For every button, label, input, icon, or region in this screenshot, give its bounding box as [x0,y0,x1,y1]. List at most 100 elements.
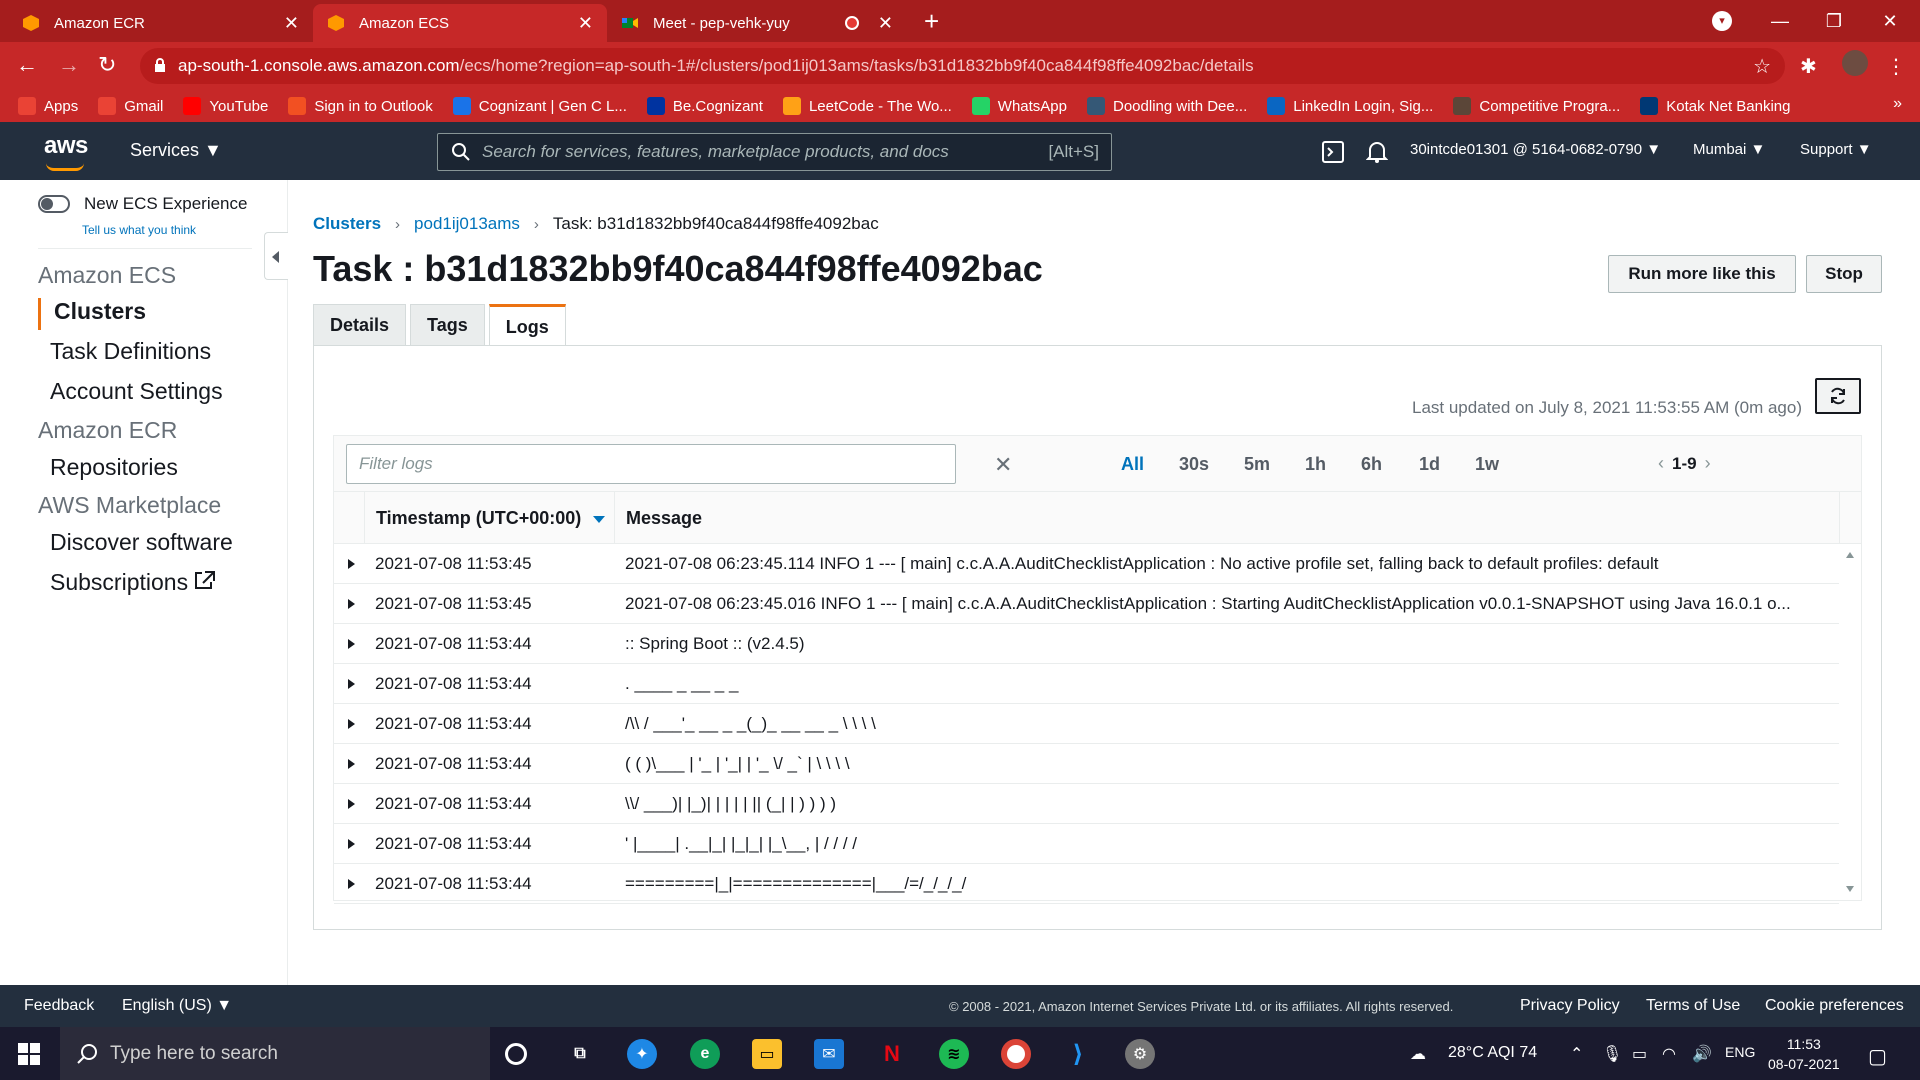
bookmark-item[interactable]: WhatsApp [971,97,1067,115]
browser-tab-meet[interactable]: Meet - pep-vehk-yuy ✕ [607,4,907,42]
log-row[interactable]: 2021-07-08 11:53:44 /\\ / ___'_ __ _ _(_)… [334,704,1839,744]
filter-logs-input[interactable] [346,444,956,484]
bookmark-item[interactable]: Doodling with Dee... [1087,97,1247,115]
expand-row-icon[interactable] [348,719,355,729]
breadcrumb-cluster[interactable]: pod1ij013ams [414,214,520,234]
new-tab-icon[interactable]: + [924,6,939,36]
taskbar-search[interactable]: Type here to search [60,1027,490,1080]
privacy-policy-link[interactable]: Privacy Policy [1520,997,1620,1015]
range-1w[interactable]: 1w [1475,454,1499,475]
sidebar-item-account-settings[interactable]: Account Settings [50,378,223,405]
clear-filter-icon[interactable]: ✕ [994,452,1012,478]
close-tab-icon[interactable]: ✕ [284,13,299,34]
minimize-icon[interactable]: — [1752,0,1808,42]
expand-row-icon[interactable] [348,599,355,609]
log-scrollbar[interactable] [1839,544,1861,900]
log-row[interactable]: 2021-07-08 11:53:44:: Spring Boot :: (v2… [334,624,1839,664]
bookmark-item[interactable]: Sign in to Outlook [288,97,433,115]
sidebar-item-clusters[interactable]: Clusters [54,298,146,325]
back-icon[interactable]: ← [16,52,38,78]
log-row[interactable]: 2021-07-08 11:53:44 \\/ ___)| |_)| | | | … [334,784,1839,824]
expand-row-icon[interactable] [348,879,355,889]
expand-row-icon[interactable] [348,759,355,769]
account-menu[interactable]: 30intcde01301 @ 5164-0682-0790 ▼ [1410,141,1661,158]
log-row[interactable]: 2021-07-08 11:53:44 ' |____| .__|_| |_|_|… [334,824,1839,864]
tab-search-icon[interactable]: ▾ [1712,11,1732,31]
notification-center-icon[interactable]: ▢ [1868,1044,1887,1069]
range-all[interactable]: All [1121,454,1144,475]
scroll-down-icon[interactable] [1846,886,1854,892]
tray-chevron-icon[interactable]: ⌃ [1570,1044,1583,1064]
tab-details[interactable]: Details [313,304,407,346]
settings-gear-icon[interactable]: ⚙ [1125,1039,1155,1069]
new-ecs-experience-toggle[interactable] [38,195,70,213]
terms-of-use-link[interactable]: Terms of Use [1646,997,1740,1015]
menu-kebab-icon[interactable]: ⋮ [1886,54,1906,79]
refresh-button[interactable] [1815,378,1861,414]
bookmark-item[interactable]: YouTube [183,97,268,115]
browser-tab-amazon-ecr[interactable]: Amazon ECR ✕ [8,4,313,42]
column-timestamp[interactable]: Timestamp (UTC+00:00) [376,508,606,529]
tab-logs[interactable]: Logs [488,304,566,347]
task-view-icon[interactable]: ⧉ [565,1039,595,1069]
cloudshell-icon[interactable] [1322,141,1344,163]
support-menu[interactable]: Support ▼ [1800,141,1872,158]
chevron-left-icon[interactable]: ‹ [1658,453,1664,474]
bookmark-item[interactable]: Be.Cognizant [646,97,763,115]
spotify-icon[interactable]: ≋ [939,1039,969,1069]
mail-icon[interactable]: ✉ [814,1039,844,1069]
range-6h[interactable]: 6h [1361,454,1382,475]
tell-us-link[interactable]: Tell us what you think [82,223,196,237]
log-row[interactable]: 2021-07-08 11:53:45 2021-07-08 06:23:45.1… [334,544,1839,584]
extensions-icon[interactable]: ✱ [1800,54,1817,79]
sidebar-item-discover-software[interactable]: Discover software [50,529,233,556]
sidebar-item-subscriptions[interactable]: Subscriptions [50,569,216,596]
language-selector[interactable]: English (US) ▼ [122,997,232,1015]
range-1h[interactable]: 1h [1305,454,1326,475]
netflix-icon[interactable]: N [877,1039,907,1069]
footer-feedback-link[interactable]: Feedback [24,997,94,1015]
range-1d[interactable]: 1d [1419,454,1440,475]
profile-avatar[interactable] [1842,50,1868,76]
weather-text[interactable]: 28°C AQI 74 [1448,1044,1537,1062]
sidebar-item-task-definitions[interactable]: Task Definitions [50,338,211,365]
log-row[interactable]: 2021-07-08 11:53:45 2021-07-08 06:23:45.0… [334,584,1839,624]
vscode-icon[interactable]: ⟩ [1063,1039,1093,1069]
expand-row-icon[interactable] [348,679,355,689]
window-close-icon[interactable]: ✕ [1862,0,1918,42]
more-bookmarks-icon[interactable]: » [1893,95,1902,113]
services-menu[interactable]: Services ▼ [130,140,222,161]
bookmark-item[interactable]: LeetCode - The Wo... [782,97,952,115]
sidebar-item-repositories[interactable]: Repositories [50,454,178,481]
log-row[interactable]: 2021-07-08 11:53:44 ( ( )\___ | '_ | '_| … [334,744,1839,784]
tab-tags[interactable]: Tags [410,304,485,346]
bookmark-item[interactable]: Kotak Net Banking [1640,97,1791,115]
bookmark-item[interactable]: Gmail [98,97,163,115]
reload-icon[interactable]: ↻ [98,52,116,78]
system-clock[interactable]: 11:53 08-07-2021 [1768,1034,1840,1074]
region-menu[interactable]: Mumbai ▼ [1693,141,1765,158]
notifications-bell-icon[interactable] [1366,140,1388,164]
bookmark-item[interactable]: Competitive Progra... [1453,97,1620,115]
log-row[interactable]: 2021-07-08 11:53:44 =========|_|=========… [334,864,1839,904]
expand-row-icon[interactable] [348,839,355,849]
close-tab-icon[interactable]: ✕ [878,13,893,34]
file-explorer-icon[interactable]: ▭ [752,1039,782,1069]
range-5m[interactable]: 5m [1244,454,1270,475]
log-row[interactable]: 2021-07-08 11:53:44 . ____ _ __ _ _ [334,664,1839,704]
weather-icon[interactable]: ☁ [1410,1044,1426,1064]
chrome-icon[interactable] [1001,1039,1031,1069]
aws-search-box[interactable]: [Alt+S] [437,133,1112,171]
aws-search-input[interactable] [482,142,1049,162]
close-tab-icon[interactable]: ✕ [578,13,593,34]
battery-icon[interactable]: ▭ [1632,1044,1647,1064]
scroll-up-icon[interactable] [1846,552,1854,558]
cortana-icon[interactable] [505,1043,527,1065]
address-bar[interactable]: ap-south-1.console.aws.amazon.com/ecs/ho… [140,48,1785,84]
browser-tab-amazon-ecs[interactable]: Amazon ECS ✕ [313,4,607,42]
bookmark-item[interactable]: Cognizant | Gen C L... [452,97,627,115]
cookie-preferences-link[interactable]: Cookie preferences [1765,997,1904,1015]
expand-row-icon[interactable] [348,799,355,809]
stop-button[interactable]: Stop [1806,255,1882,293]
wifi-icon[interactable]: ◠ [1662,1044,1676,1064]
